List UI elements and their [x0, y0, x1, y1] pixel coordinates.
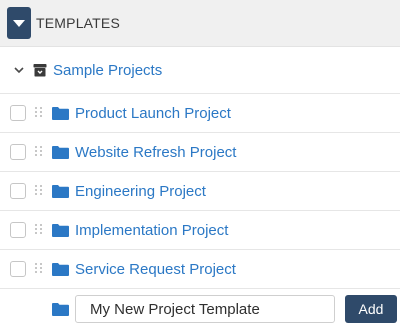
list-item[interactable]: Engineering Project: [0, 172, 400, 211]
item-label[interactable]: Website Refresh Project: [75, 144, 236, 161]
list-item[interactable]: Service Request Project: [0, 250, 400, 289]
archive-box-icon: [33, 63, 47, 77]
folder-icon: [52, 145, 69, 159]
item-label[interactable]: Implementation Project: [75, 222, 228, 239]
item-label[interactable]: Product Launch Project: [75, 105, 231, 122]
group-label[interactable]: Sample Projects: [53, 62, 162, 79]
folder-icon: [52, 223, 69, 237]
template-name-input[interactable]: [75, 295, 335, 323]
new-template-row: Add: [0, 289, 400, 329]
list-item[interactable]: Implementation Project: [0, 211, 400, 250]
folder-icon: [52, 302, 69, 316]
item-checkbox[interactable]: [10, 261, 26, 277]
add-button[interactable]: Add: [345, 295, 397, 323]
item-checkbox[interactable]: [10, 222, 26, 238]
item-label[interactable]: Engineering Project: [75, 183, 206, 200]
caret-down-icon: [13, 19, 25, 27]
group-sample-projects[interactable]: Sample Projects: [0, 47, 400, 94]
item-checkbox[interactable]: [10, 105, 26, 121]
drag-handle-icon[interactable]: [35, 185, 43, 197]
drag-handle-icon[interactable]: [35, 146, 43, 158]
folder-icon: [52, 262, 69, 276]
item-checkbox[interactable]: [10, 144, 26, 160]
collapse-button[interactable]: [7, 7, 31, 39]
list-item[interactable]: Product Launch Project: [0, 94, 400, 133]
drag-handle-icon[interactable]: [35, 224, 43, 236]
chevron-down-icon[interactable]: [14, 66, 26, 74]
section-title: TEMPLATES: [36, 15, 121, 31]
list-item[interactable]: Website Refresh Project: [0, 133, 400, 172]
drag-handle-icon[interactable]: [35, 263, 43, 275]
drag-handle-icon[interactable]: [35, 107, 43, 119]
folder-icon: [52, 106, 69, 120]
item-checkbox[interactable]: [10, 183, 26, 199]
item-label[interactable]: Service Request Project: [75, 261, 236, 278]
templates-header: TEMPLATES: [0, 0, 400, 47]
folder-icon: [52, 184, 69, 198]
